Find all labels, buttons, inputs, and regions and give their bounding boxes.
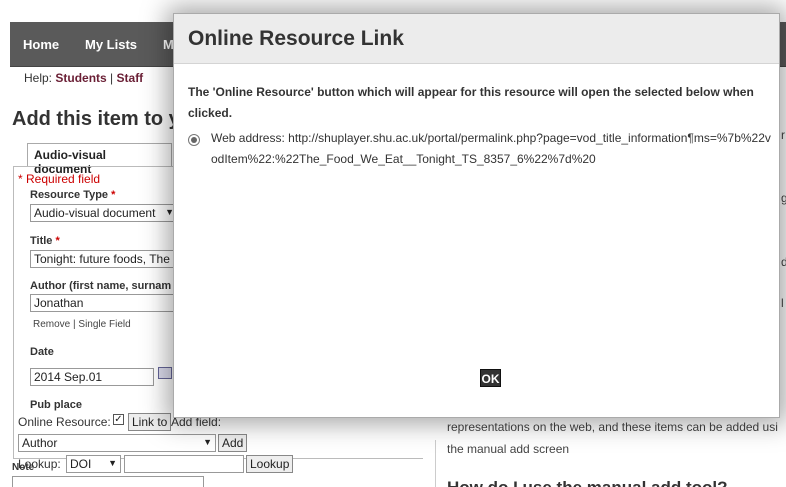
right-heading: How do I use the manual add tool? bbox=[447, 478, 728, 487]
peek-text: l bbox=[781, 296, 784, 310]
right-text-line-2: the manual add screen bbox=[447, 442, 570, 456]
nav-home[interactable]: Home bbox=[23, 37, 59, 52]
note-input[interactable] bbox=[12, 476, 204, 487]
dialog-header: Online Resource Link bbox=[174, 14, 779, 64]
add-field-select[interactable]: Author ▼ bbox=[18, 434, 216, 452]
peek-text: d bbox=[781, 255, 786, 269]
right-text-line-1: representations on the web, and these it… bbox=[447, 420, 778, 434]
ok-button[interactable]: OK bbox=[480, 369, 501, 387]
site-logo: ~ bbox=[10, 0, 130, 8]
online-resource-checkbox[interactable]: ✓ bbox=[113, 414, 124, 425]
web-address-radio[interactable] bbox=[188, 134, 200, 146]
chevron-down-icon: ▼ bbox=[203, 437, 212, 447]
dialog-title: Online Resource Link bbox=[188, 27, 404, 50]
link-to-button[interactable]: Link to bbox=[128, 413, 172, 431]
remove-link[interactable]: Remove bbox=[33, 319, 70, 330]
web-address-label[interactable]: Web address: http://shuplayer.shu.ac.uk/… bbox=[211, 128, 771, 170]
dialog-description: The 'Online Resource' button which will … bbox=[188, 85, 754, 120]
column-divider bbox=[435, 440, 436, 487]
add-button[interactable]: Add bbox=[218, 434, 248, 452]
single-field-link[interactable]: Single Field bbox=[78, 319, 130, 330]
help-students-link[interactable]: Students bbox=[55, 71, 106, 85]
lookup-input[interactable] bbox=[124, 455, 244, 473]
peek-text: r bbox=[781, 128, 785, 142]
author-input[interactable]: Jonathan bbox=[30, 294, 180, 312]
online-resource-dialog: Online Resource Link The 'Online Resourc… bbox=[173, 13, 780, 418]
help-staff-link[interactable]: Staff bbox=[117, 71, 144, 85]
date-label: Date bbox=[30, 346, 54, 358]
date-input[interactable]: 2014 Sep.01 bbox=[30, 368, 154, 386]
help-links: Help: Students | Staff bbox=[24, 71, 143, 85]
help-separator: | bbox=[110, 71, 114, 85]
lookup-label: Lookup: bbox=[18, 457, 61, 471]
pub-place-label: Pub place bbox=[30, 399, 82, 411]
page-title: Add this item to y bbox=[12, 108, 180, 130]
nav-my-lists[interactable]: My Lists bbox=[85, 37, 137, 52]
peek-text: g bbox=[781, 191, 786, 205]
help-prefix: Help: bbox=[24, 71, 53, 85]
author-links: Remove | Single Field bbox=[33, 319, 131, 330]
author-label: Author (first name, surnam bbox=[30, 280, 172, 292]
chevron-down-icon: ▼ bbox=[108, 458, 117, 468]
resource-type-select[interactable]: Audio-visual document ▼ bbox=[30, 204, 178, 222]
resource-type-label: Resource Type * bbox=[30, 189, 116, 201]
tab-audio-visual[interactable]: Audio-visual document bbox=[27, 143, 172, 176]
title-input[interactable]: Tonight: future foods, The bbox=[30, 250, 180, 268]
required-note: * Required field bbox=[18, 172, 101, 186]
title-label: Title * bbox=[30, 235, 60, 247]
online-resource-label: Online Resource: bbox=[18, 415, 111, 429]
lookup-button[interactable]: Lookup bbox=[246, 455, 294, 473]
lookup-type-select[interactable]: DOI ▼ bbox=[66, 455, 121, 473]
calendar-icon[interactable] bbox=[158, 367, 172, 379]
